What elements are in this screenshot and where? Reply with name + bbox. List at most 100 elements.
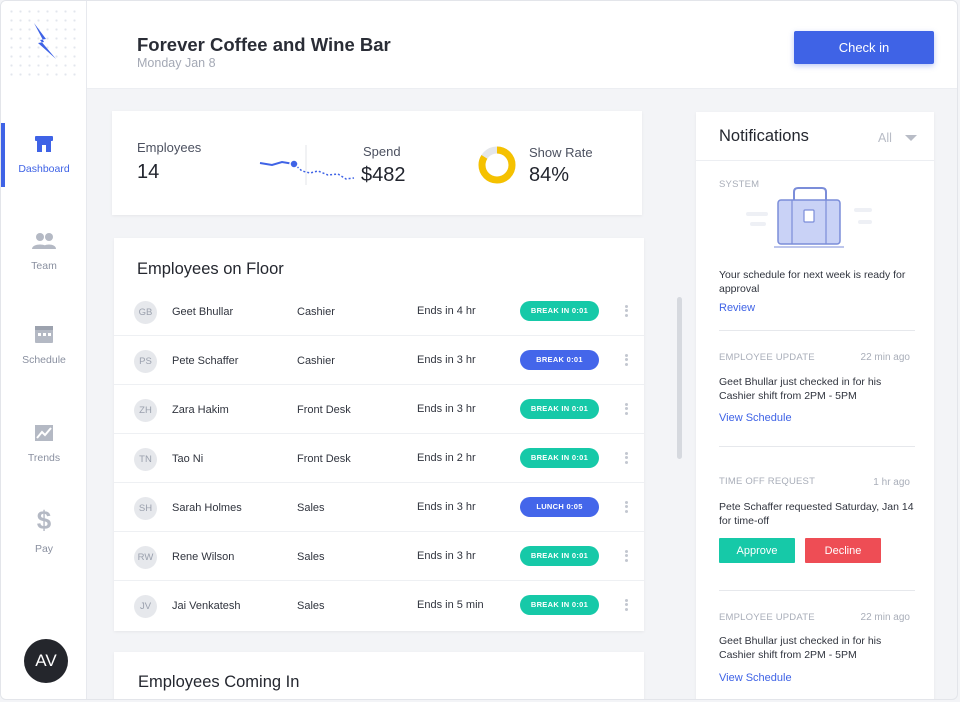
employee-role: Front Desk (297, 404, 351, 416)
divider (719, 330, 915, 331)
sidebar-item-label: Trends (27, 452, 61, 464)
check-in-button[interactable]: Check in (794, 31, 934, 64)
employee-role: Sales (297, 502, 325, 514)
employee-role: Sales (297, 600, 325, 612)
sidebar: Dashboard Team Schedule Trends $ Pay AV (1, 1, 87, 699)
shift-end-time: Ends in 2 hr (417, 452, 476, 464)
employees-label: Employees (137, 140, 202, 155)
employee-name: Tao Ni (172, 453, 204, 465)
employee-initials-avatar: JV (134, 595, 157, 618)
more-options-icon[interactable] (622, 401, 630, 417)
sidebar-item-schedule[interactable]: Schedule (1, 324, 87, 386)
more-options-icon[interactable] (622, 597, 630, 613)
sidebar-item-trends[interactable]: Trends (1, 424, 87, 486)
status-badge[interactable]: BREAK IN 0:01 (520, 399, 599, 419)
sidebar-item-label: Schedule (22, 354, 66, 366)
employees-coming-in-card: Employees Coming In (114, 652, 644, 699)
divider (719, 446, 915, 447)
notification-type: EMPLOYEE UPDATE (719, 612, 815, 623)
notifications-filter-dropdown[interactable]: All (878, 131, 892, 145)
notification-text: Geet Bhullar just checked in for his Cas… (719, 635, 882, 661)
employee-initials-avatar: TN (134, 448, 157, 471)
shift-end-time: Ends in 3 hr (417, 550, 476, 562)
dollar-icon: $ (37, 507, 52, 533)
chevron-down-icon[interactable] (905, 135, 917, 141)
notification-text: Your schedule for next week is ready for… (719, 269, 906, 295)
status-badge[interactable]: LUNCH 0:05 (520, 497, 599, 517)
chart-icon (35, 425, 53, 441)
status-badge[interactable]: BREAK IN 0:01 (520, 448, 599, 468)
sidebar-item-team[interactable]: Team (1, 232, 87, 294)
table-row[interactable]: SH Sarah Holmes Sales Ends in 3 hr LUNCH 0:0… (114, 483, 644, 532)
status-badge[interactable]: BREAK IN 0:01 (520, 595, 599, 615)
shift-end-time: Ends in 3 hr (417, 501, 476, 513)
people-icon (32, 233, 56, 249)
employee-role: Front Desk (297, 453, 351, 465)
stats-card: Employees 14 Spend $482 Show Rate 84% (112, 111, 642, 215)
more-options-icon[interactable] (622, 352, 630, 368)
spend-label: Spend (363, 144, 401, 159)
spend-value: $482 (361, 164, 406, 186)
table-row[interactable]: RW Rene Wilson Sales Ends in 3 hr BREAK IN 0… (114, 532, 644, 581)
status-badge[interactable]: BREAK IN 0:01 (520, 301, 599, 321)
employee-name: Zara Hakim (172, 404, 229, 416)
sidebar-item-label: Dashboard (18, 163, 70, 175)
logo-area (1, 1, 87, 87)
notification-time: 1 hr ago (873, 477, 910, 488)
sidebar-item-pay[interactable]: $ Pay (1, 507, 87, 569)
page-date: Monday Jan 8 (137, 56, 216, 70)
table-row[interactable]: PS Pete Schaffer Cashier Ends in 3 hr BREAK … (114, 336, 644, 385)
employee-name: Pete Schaffer (172, 355, 239, 367)
sidebar-item-dashboard[interactable]: Dashboard (1, 123, 87, 197)
employee-list-scrollbar[interactable] (677, 297, 682, 459)
avatar[interactable]: AV (24, 639, 68, 683)
decline-button[interactable]: Decline (805, 538, 881, 563)
employee-name: Rene Wilson (172, 551, 235, 563)
review-link[interactable]: Review (719, 302, 755, 314)
employees-coming-in-title: Employees Coming In (138, 673, 300, 691)
table-row[interactable]: JV Jai Venkatesh Sales Ends in 5 min BREAK I… (114, 581, 644, 630)
notification-type: EMPLOYEE UPDATE (719, 352, 815, 363)
employee-role: Sales (297, 551, 325, 563)
view-schedule-link[interactable]: View Schedule (719, 412, 792, 424)
divider (719, 590, 915, 591)
app-frame: Dashboard Team Schedule Trends $ Pay AV … (0, 0, 958, 700)
approve-button[interactable]: Approve (719, 538, 795, 563)
sidebar-item-label: Team (31, 260, 57, 272)
employee-initials-avatar: ZH (134, 399, 157, 422)
table-row[interactable]: TN Tao Ni Front Desk Ends in 2 hr BREAK IN 0… (114, 434, 644, 483)
store-icon (35, 136, 53, 152)
employee-initials-avatar: RW (134, 546, 157, 569)
employee-name: Jai Venkatesh (172, 600, 241, 612)
more-options-icon[interactable] (622, 303, 630, 319)
employee-role: Cashier (297, 355, 335, 367)
notification-type: TIME OFF REQUEST (719, 476, 816, 487)
table-row[interactable]: GB Geet Bhullar Cashier Ends in 4 hr BREAK I… (114, 287, 644, 336)
status-badge[interactable]: BREAK IN 0:01 (520, 546, 599, 566)
sidebar-item-label: Pay (34, 543, 54, 555)
employee-initials-avatar: GB (134, 301, 157, 324)
employees-on-floor-title: Employees on Floor (137, 260, 284, 278)
notification-time: 22 min ago (860, 352, 910, 363)
table-row[interactable]: ZH Zara Hakim Front Desk Ends in 3 hr BREAK … (114, 385, 644, 434)
notifications-title: Notifications (719, 127, 809, 145)
more-options-icon[interactable] (622, 499, 630, 515)
status-badge[interactable]: BREAK 0:01 (520, 350, 599, 370)
more-options-icon[interactable] (622, 548, 630, 564)
employee-initials-avatar: PS (134, 350, 157, 373)
employee-role: Cashier (297, 306, 335, 318)
employee-name: Geet Bhullar (172, 306, 234, 318)
employees-on-floor-card: Employees on Floor GB Geet Bhullar Cashier… (114, 238, 644, 631)
lightning-bolt-logo-icon[interactable] (30, 21, 58, 61)
employees-value: 14 (137, 161, 160, 183)
more-options-icon[interactable] (622, 450, 630, 466)
show-rate-label: Show Rate (529, 145, 593, 160)
view-schedule-link[interactable]: View Schedule (719, 672, 792, 684)
spend-sparkline-icon (259, 145, 355, 185)
notification-text: Geet Bhullar just checked in for his Cas… (719, 376, 882, 402)
notifications-panel: Notifications All SYSTEM Your schedule f… (696, 112, 934, 699)
notification-time: 22 min ago (860, 612, 910, 623)
calendar-icon (35, 326, 53, 343)
shift-end-time: Ends in 4 hr (417, 305, 476, 317)
header: Forever Coffee and Wine Bar Monday Jan 8… (87, 1, 957, 89)
